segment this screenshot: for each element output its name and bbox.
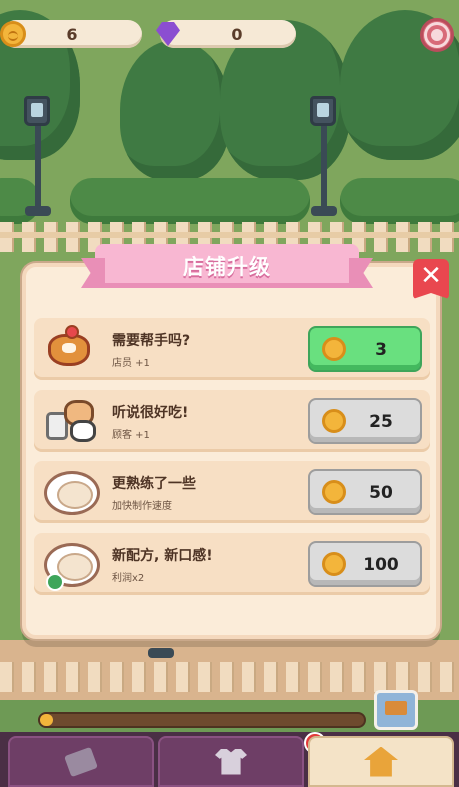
upgrade-row: 新配方, 新口感! 利润x2 100 — [34, 533, 430, 595]
upgrade-subtitle: 利润x2 — [112, 573, 145, 584]
buy-button[interactable]: 25 — [308, 398, 422, 444]
street-lamp — [24, 96, 50, 126]
upgrade-title: 新配方, 新口感! — [112, 548, 213, 564]
tab-shop-upgrade[interactable] — [308, 736, 454, 787]
tab-recipes[interactable] — [8, 736, 154, 787]
upgrade-price: 3 — [375, 340, 387, 360]
upgrade-subtitle: 顾客 +1 — [112, 430, 150, 441]
upgrade-subtitle: 店员 +1 — [112, 358, 150, 369]
close-button[interactable]: ✕ — [413, 259, 449, 299]
hedge — [340, 178, 459, 224]
shop-upgrade-icon — [364, 746, 398, 777]
recipe-paper-icon — [64, 746, 98, 777]
progress-bar — [38, 712, 366, 728]
hedge — [0, 178, 40, 224]
upgrade-row: 需要帮手吗? 店员 +1 3 — [34, 318, 430, 380]
upgrade-title: 听说很好吃! — [112, 405, 189, 421]
gem-count: 0 — [231, 24, 243, 44]
gem-counter: 0 — [160, 20, 296, 48]
close-icon: ✕ — [420, 261, 442, 291]
street-lamp-base — [25, 206, 51, 216]
upgrade-badge-icon — [46, 573, 64, 591]
coin-count: 6 — [66, 24, 78, 44]
street-lamp-post — [321, 126, 327, 212]
upgrade-row: 更熟练了一些 加快制作速度 50 — [34, 461, 430, 523]
coin-icon — [322, 337, 346, 361]
coin-icon — [322, 552, 346, 576]
street-lamp-base — [148, 648, 174, 658]
dialog-title: 店铺升级 — [183, 255, 271, 279]
hedge — [70, 178, 310, 224]
fence-rail — [0, 232, 459, 238]
upgrade-title: 需要帮手吗? — [112, 333, 191, 349]
street-lamp-base — [311, 206, 337, 216]
delivery-truck-button[interactable] — [374, 690, 418, 730]
bun-plate-icon — [42, 467, 100, 517]
customers-icon — [42, 396, 96, 446]
buy-button[interactable]: 100 — [308, 541, 422, 587]
dialog-title-banner: 店铺升级 — [95, 244, 359, 288]
fence — [0, 662, 459, 692]
buy-button[interactable]: 50 — [308, 469, 422, 515]
upgrade-row: 听说很好吃! 顾客 +1 25 — [34, 390, 430, 452]
upgrade-price: 50 — [369, 483, 393, 503]
upgrade-title: 更熟练了一些 — [112, 476, 196, 492]
tree — [120, 40, 230, 180]
bun-plate-upgrade-icon — [42, 539, 100, 591]
tab-outfits[interactable] — [158, 736, 304, 787]
progress-fill — [40, 714, 53, 726]
coin-icon — [322, 480, 346, 504]
dog-staff-icon — [42, 324, 94, 374]
settings-button[interactable] — [420, 18, 454, 52]
coin-icon — [0, 21, 26, 47]
upgrade-price: 100 — [363, 555, 399, 575]
upgrade-subtitle: 加快制作速度 — [112, 501, 172, 512]
street-lamp-post — [35, 126, 41, 212]
coin-icon — [322, 409, 346, 433]
upgrade-price: 25 — [369, 412, 393, 432]
shirt-icon — [215, 748, 247, 775]
buy-button[interactable]: 3 — [308, 326, 422, 372]
street-lamp — [310, 96, 336, 126]
